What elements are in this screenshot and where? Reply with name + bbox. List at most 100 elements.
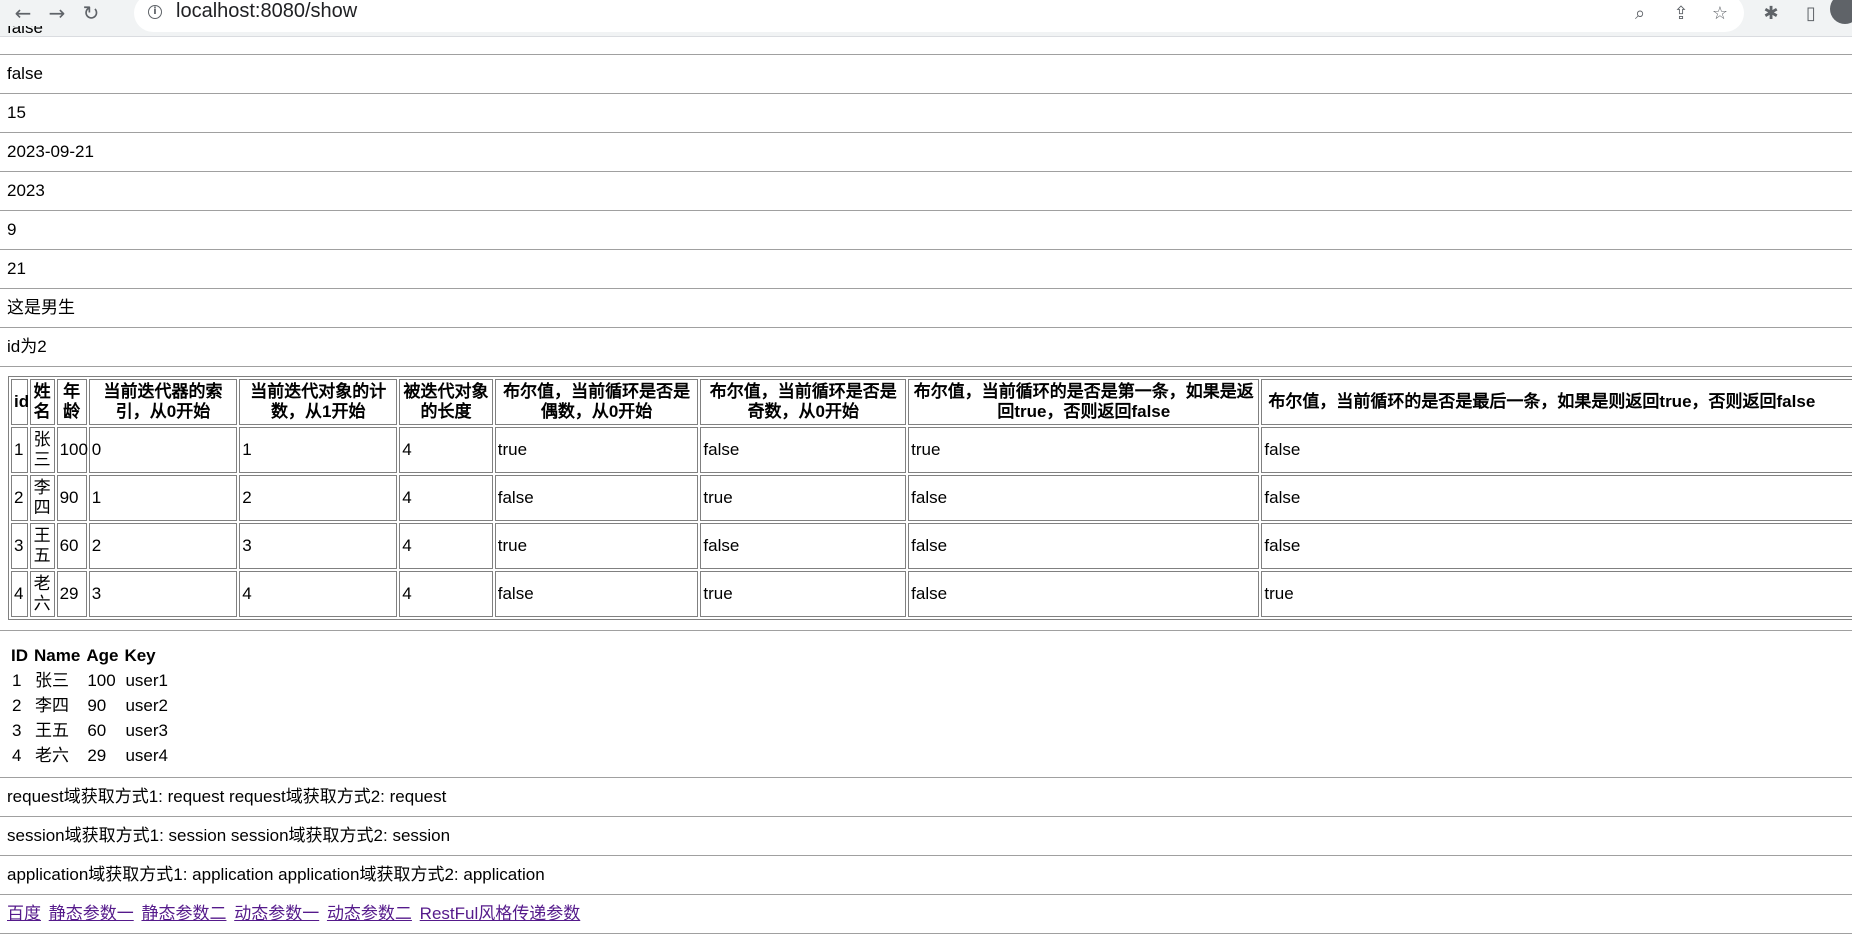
table-cell: false <box>1261 475 1852 521</box>
table-cell: false <box>1261 523 1852 569</box>
table-row: 3 王五 60 user3 <box>10 719 171 742</box>
application-scope-line: application域获取方式1: application applicati… <box>0 856 1852 895</box>
table-row: 3 王五 60 2 3 4 true false false false <box>11 523 1852 569</box>
page-content: false false 15 2023-09-21 2023 9 21 这是男生… <box>0 26 1852 934</box>
table-cell: 3 <box>11 523 28 569</box>
column-header: 年龄 <box>56 379 87 425</box>
table-cell: 李四 <box>35 696 69 715</box>
table-cell: 3 <box>88 571 238 617</box>
column-header: 布尔值，当前循环的是否是第一条，如果是返回true，否则返回false <box>908 379 1260 425</box>
link-dynamic-param-2[interactable]: 动态参数二 <box>327 904 412 923</box>
table-cell: 2 <box>12 696 22 715</box>
table-cell: false <box>908 571 1260 617</box>
table-cell: user1 <box>125 671 168 690</box>
session-scope-line: session域获取方式1: session session域获取方式2: se… <box>0 817 1852 856</box>
text-line: 9 <box>0 211 1852 250</box>
table-cell: false <box>494 475 699 521</box>
table-cell: 4 <box>399 427 493 473</box>
table-cell: true <box>494 523 699 569</box>
link-bar: 百度 静态参数一 静态参数二 动态参数一 动态参数二 RestFul风格传递参数 <box>0 895 1852 934</box>
table-cell: 2 <box>239 475 398 521</box>
table-cell: 29 <box>87 746 107 765</box>
table-cell: 张三 <box>35 671 69 690</box>
table-cell: 4 <box>12 746 22 765</box>
user-map-table: ID Name Age Key 1 张三 100 user1 2 李四 90 u… <box>8 642 173 769</box>
star-icon[interactable]: ☆ <box>1705 0 1735 26</box>
profile-avatar[interactable] <box>1830 0 1852 24</box>
column-header: 姓名 <box>29 379 55 425</box>
column-header: 布尔值，当前循环是否是偶数，从0开始 <box>494 379 699 425</box>
text-line: false <box>0 55 1852 94</box>
column-header: 当前迭代器的索引，从0开始 <box>88 379 238 425</box>
table-cell: user3 <box>125 721 168 740</box>
table-row: 1 张三 100 user1 <box>10 669 171 692</box>
table-cell: 3 <box>239 523 398 569</box>
table-cell: 4 <box>11 571 28 617</box>
table-cell: 王五 <box>29 523 55 569</box>
request-scope-line: request域获取方式1: request request域获取方式2: re… <box>0 778 1852 817</box>
link-static-param-1[interactable]: 静态参数一 <box>49 904 134 923</box>
divider <box>0 620 1852 631</box>
table-cell: false <box>494 571 699 617</box>
link-static-param-2[interactable]: 静态参数二 <box>141 904 226 923</box>
text-line: 15 <box>0 94 1852 133</box>
link-dynamic-param-1[interactable]: 动态参数一 <box>234 904 319 923</box>
table-row: 2 李四 90 user2 <box>10 694 171 717</box>
table-cell: 4 <box>399 571 493 617</box>
table-cell: 29 <box>56 571 87 617</box>
column-header: 布尔值，当前循环的是否是最后一条，如果是则返回true，否则返回false <box>1261 379 1852 425</box>
text-line: id为2 <box>0 328 1852 367</box>
share-icon[interactable]: ⇪ <box>1666 0 1696 26</box>
reload-icon[interactable]: ↻ <box>76 0 106 26</box>
table-cell: 1 <box>239 427 398 473</box>
table-cell: user2 <box>125 696 168 715</box>
column-header: 被迭代对象的长度 <box>399 379 493 425</box>
table-cell: 4 <box>399 475 493 521</box>
column-header: 当前迭代对象的计数，从1开始 <box>239 379 398 425</box>
table-cell: 90 <box>56 475 87 521</box>
column-header: Name <box>34 646 81 665</box>
column-header: Age <box>86 646 119 665</box>
table-cell: 张三 <box>29 427 55 473</box>
text-line: false <box>0 26 1852 55</box>
link-restful-param[interactable]: RestFul风格传递参数 <box>420 904 581 923</box>
column-header: id <box>11 379 29 425</box>
table-cell: 王五 <box>35 721 69 740</box>
text-value: false <box>7 26 43 37</box>
forward-icon[interactable]: → <box>42 0 72 26</box>
table-cell: 3 <box>12 721 22 740</box>
text-line: 2023-09-21 <box>0 133 1852 172</box>
table-cell: 1 <box>12 671 22 690</box>
back-icon[interactable]: ← <box>8 0 38 26</box>
table-row: 1 张三 100 0 1 4 true false true false <box>11 427 1852 473</box>
extensions-icon[interactable]: ✱ <box>1756 0 1786 26</box>
table-cell: 4 <box>239 571 398 617</box>
table-cell: true <box>1261 571 1852 617</box>
table-cell: true <box>700 571 907 617</box>
table-cell: 0 <box>88 427 238 473</box>
table-cell: false <box>700 523 907 569</box>
table-cell: 1 <box>11 427 28 473</box>
table-header-row: id 姓名 年龄 当前迭代器的索引，从0开始 当前迭代对象的计数，从1开始 被迭… <box>11 379 1852 425</box>
link-baidu[interactable]: 百度 <box>7 904 41 923</box>
column-header: 布尔值，当前循环是否是奇数，从0开始 <box>700 379 907 425</box>
table-cell: user4 <box>125 746 168 765</box>
table-row: 2 李四 90 1 2 4 false true false false <box>11 475 1852 521</box>
text-line: 这是男生 <box>0 289 1852 328</box>
table-cell: false <box>700 427 907 473</box>
table-cell: false <box>908 523 1260 569</box>
url-text[interactable]: localhost:8080/show <box>176 0 357 23</box>
zoom-icon[interactable]: ⌕ <box>1625 0 1655 26</box>
table-cell: 2 <box>88 523 238 569</box>
iteration-status-table: id 姓名 年龄 当前迭代器的索引，从0开始 当前迭代对象的计数，从1开始 被迭… <box>8 376 1852 620</box>
table-cell: true <box>700 475 907 521</box>
table-cell: 100 <box>87 671 116 690</box>
info-icon[interactable]: i <box>148 5 162 19</box>
divider <box>0 769 1852 778</box>
text-line: 2023 <box>0 172 1852 211</box>
table-row: 4 老六 29 user4 <box>10 744 171 767</box>
table-row: 4 老六 29 3 4 4 false true false true <box>11 571 1852 617</box>
column-header: ID <box>11 646 28 665</box>
table-cell: false <box>908 475 1260 521</box>
side-panel-icon[interactable]: ▯ <box>1796 0 1826 26</box>
